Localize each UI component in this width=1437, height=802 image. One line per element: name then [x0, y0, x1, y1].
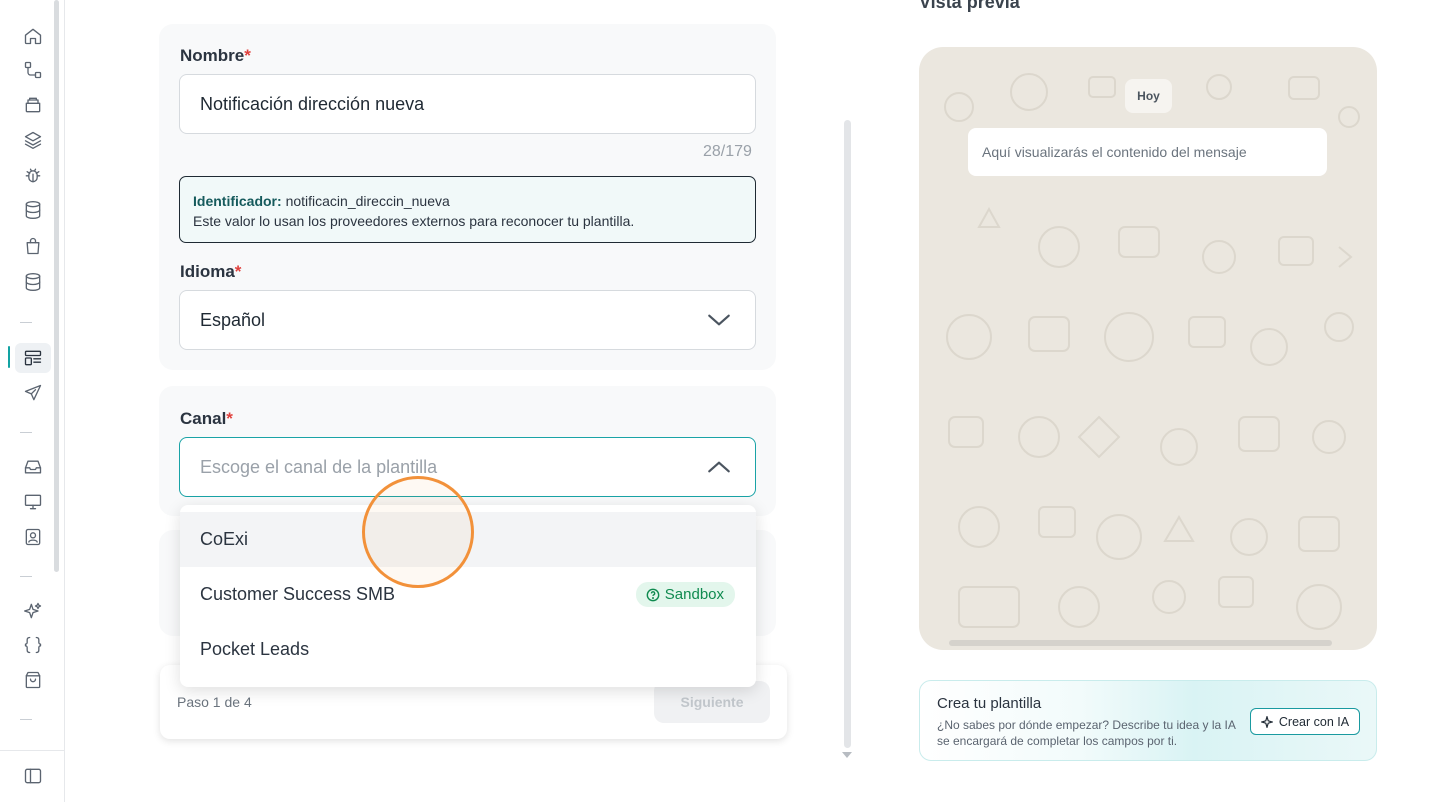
identifier-label: Identificador:	[193, 193, 282, 209]
scroll-down-arrow-icon[interactable]	[842, 752, 852, 758]
click-indicator	[362, 476, 474, 588]
monitor-icon[interactable]	[21, 490, 45, 514]
sidebar-separator	[20, 322, 32, 323]
bug-icon[interactable]	[21, 163, 45, 187]
workflow-icon[interactable]	[21, 58, 45, 82]
preview-scrollbar[interactable]	[949, 640, 1332, 646]
home-icon[interactable]	[21, 24, 45, 48]
layers-icon[interactable]	[21, 128, 45, 152]
create-with-ai-button[interactable]: Crear con IA	[1250, 708, 1360, 735]
ai-card-description: ¿No sabes por dónde empezar? Describe tu…	[937, 718, 1236, 748]
chevron-up-icon[interactable]	[706, 454, 732, 480]
preview-title: Vista previa	[919, 0, 1020, 12]
help-circle-icon	[646, 588, 660, 601]
name-char-counter: 28/179	[703, 143, 752, 160]
archive-icon[interactable]	[21, 93, 45, 117]
bag-icon[interactable]	[21, 234, 45, 258]
sparkle-icon	[1260, 715, 1273, 728]
sidebar-scrollbar[interactable]	[54, 0, 59, 572]
identifier-help: Este valor lo usan los proveedores exter…	[193, 213, 635, 229]
identifier-info-box: Identificador: notificacin_direccin_nuev…	[179, 176, 756, 243]
sidebar-active-indicator	[8, 346, 10, 368]
date-chip: Hoy	[1125, 79, 1172, 113]
step-indicator: Paso 1 de 4	[177, 694, 252, 710]
form-scrollbar[interactable]	[844, 120, 851, 748]
braces-icon[interactable]	[21, 633, 45, 657]
phone-preview: Hoy Aquí visualizarás el contenido del m…	[919, 47, 1377, 650]
channel-label: Canal*	[180, 409, 233, 428]
shopping-bag-icon[interactable]	[21, 668, 45, 692]
inbox-icon[interactable]	[21, 455, 45, 479]
sidebar-separator	[20, 432, 32, 433]
identifier-value: notificacin_direccin_nueva	[285, 193, 450, 209]
message-bubble: Aquí visualizarás el contenido del mensa…	[968, 128, 1327, 176]
language-label: Idioma*	[180, 262, 242, 281]
sidebar	[0, 0, 65, 802]
templates-icon[interactable]	[21, 346, 45, 370]
contact-card-icon[interactable]	[21, 525, 45, 549]
channel-select[interactable]: Escoge el canal de la plantilla	[179, 437, 756, 497]
ai-card-title: Crea tu plantilla	[937, 695, 1042, 712]
chevron-down-icon[interactable]	[706, 307, 732, 333]
sandbox-badge: Sandbox	[635, 582, 735, 607]
language-select[interactable]: Español	[179, 290, 756, 350]
sparkles-icon[interactable]	[21, 599, 45, 623]
send-icon[interactable]	[21, 381, 45, 405]
sidebar-separator	[20, 719, 32, 720]
channel-option[interactable]: Pocket Leads	[180, 622, 756, 677]
database-icon[interactable]	[21, 198, 45, 222]
ai-create-card: Crea tu plantilla ¿No sabes por dónde em…	[919, 680, 1377, 761]
next-button[interactable]: Siguiente	[654, 681, 770, 723]
sidebar-toggle-icon[interactable]	[21, 764, 45, 788]
database-stack-icon[interactable]	[21, 270, 45, 294]
sidebar-divider	[0, 750, 65, 751]
sidebar-separator	[20, 576, 32, 577]
name-input[interactable]: Notificación dirección nueva	[179, 74, 756, 134]
name-label: Nombre*	[180, 46, 251, 65]
channel-option[interactable]: Customer Success SMB Sandbox	[180, 567, 756, 622]
